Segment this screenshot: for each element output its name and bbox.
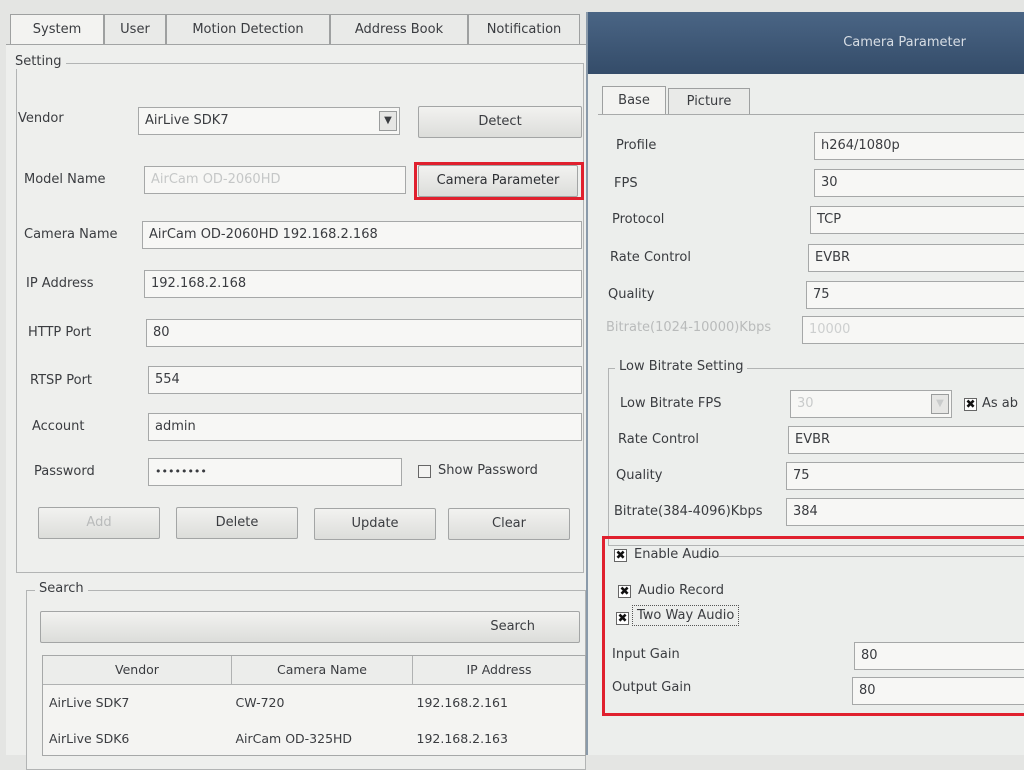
column-header-ip-address[interactable]: IP Address [412,656,585,685]
setting-group: Setting [11,54,584,573]
update-button[interactable]: Update [314,508,436,540]
camera-parameter-dialog: Camera Parameter Base Picture Profile h2… [586,12,1024,755]
clear-button[interactable]: Clear [448,508,570,540]
profile-label: Profile [616,138,657,153]
fps-select[interactable]: 30 [814,169,1024,197]
vendor-select[interactable]: AirLive SDK7 ▼ [138,107,400,135]
camera-name-field[interactable]: AirCam OD-2060HD 192.168.2.168 [142,221,582,249]
column-header-camera-name[interactable]: Camera Name [231,656,413,685]
account-field[interactable]: admin [148,413,582,441]
ip-address-field[interactable]: 192.168.2.168 [144,270,582,298]
table-cell: AirCam OD-325HD [235,730,353,746]
tab-notification[interactable]: Notification [468,14,580,44]
tab-user[interactable]: User [104,14,166,44]
rate-control-select[interactable]: EVBR [808,244,1024,272]
as-above-checkbox[interactable]: ✖ [964,398,977,411]
low-bitrate-fps-label: Low Bitrate FPS [620,396,722,411]
tab-address-book[interactable]: Address Book [330,14,468,44]
search-legend: Search [35,581,88,596]
low-bitrate-fps-value: 30 [797,396,814,411]
low-quality-label: Quality [616,468,663,483]
low-bitrate-field[interactable]: 384 [786,498,1024,526]
password-label: Password [34,464,95,479]
bitrate-field[interactable]: 10000 [802,316,1024,344]
table-cell: 192.168.2.163 [416,730,508,746]
delete-button[interactable]: Delete [176,507,298,539]
as-above-label: As ab [982,396,1019,411]
table-row[interactable]: AirLive SDK7 CW-720 192.168.2.161 [43,684,585,720]
table-cell: AirLive SDK7 [49,694,130,710]
low-quality-select[interactable]: 75 [786,462,1024,490]
table-cell: AirLive SDK6 [49,730,130,746]
search-results-table: Vendor Camera Name IP Address AirLive SD… [42,655,586,756]
protocol-select[interactable]: TCP [810,206,1024,234]
chevron-down-icon: ▼ [379,111,397,131]
low-rate-control-label: Rate Control [618,432,699,447]
model-name-field[interactable]: AirCam OD-2060HD [144,166,406,194]
system-panel: Setting Vendor AirLive SDK7 ▼ Detect Mod… [6,44,586,770]
http-port-field[interactable]: 80 [146,319,582,347]
add-button[interactable]: Add [38,507,160,539]
chevron-down-icon: ▼ [931,394,949,414]
table-cell: 192.168.2.161 [416,694,508,710]
quality-select[interactable]: 75 [806,281,1024,309]
dialog-title: Camera Parameter [843,35,966,50]
show-password-label: Show Password [438,463,538,478]
fps-label: FPS [614,176,638,191]
account-label: Account [32,419,85,434]
low-rate-control-select[interactable]: EVBR [788,426,1024,454]
camera-name-label: Camera Name [24,227,118,242]
http-port-label: HTTP Port [28,325,92,340]
vendor-select-value: AirLive SDK7 [145,113,229,128]
model-name-label: Model Name [24,172,106,187]
vendor-label: Vendor [18,111,64,126]
password-field[interactable]: •••••••• [148,458,402,486]
show-password-checkbox[interactable] [418,465,431,478]
audio-highlight [602,536,1024,716]
dialog-title-bar[interactable]: Camera Parameter [588,12,1024,74]
low-bitrate-value-label: Bitrate(384-4096)Kbps [614,504,763,519]
camera-parameter-highlight [414,162,584,200]
tab-picture[interactable]: Picture [668,88,750,114]
setting-legend: Setting [11,54,66,69]
search-button[interactable]: Search [40,611,580,643]
column-header-vendor[interactable]: Vendor [43,656,232,685]
low-bitrate-legend: Low Bitrate Setting [615,359,748,374]
rtsp-port-label: RTSP Port [30,373,93,388]
ip-address-label: IP Address [26,276,94,291]
table-header-row: Vendor Camera Name IP Address [43,656,585,685]
tab-base[interactable]: Base [602,86,666,114]
tab-system[interactable]: System [10,14,104,44]
tab-divider [598,114,1024,115]
table-cell: CW-720 [235,694,285,710]
rtsp-port-field[interactable]: 554 [148,366,582,394]
quality-label: Quality [608,287,655,302]
protocol-label: Protocol [612,212,665,227]
table-row[interactable]: AirLive SDK6 AirCam OD-325HD 192.168.2.1… [43,720,585,756]
bitrate-label: Bitrate(1024-10000)Kbps [606,320,772,335]
detect-button[interactable]: Detect [418,106,582,138]
rate-control-label: Rate Control [610,250,691,265]
profile-select[interactable]: h264/1080p [814,132,1024,160]
tab-motion-detection[interactable]: Motion Detection [166,14,330,44]
low-bitrate-fps-select[interactable]: 30 ▼ [790,390,952,418]
